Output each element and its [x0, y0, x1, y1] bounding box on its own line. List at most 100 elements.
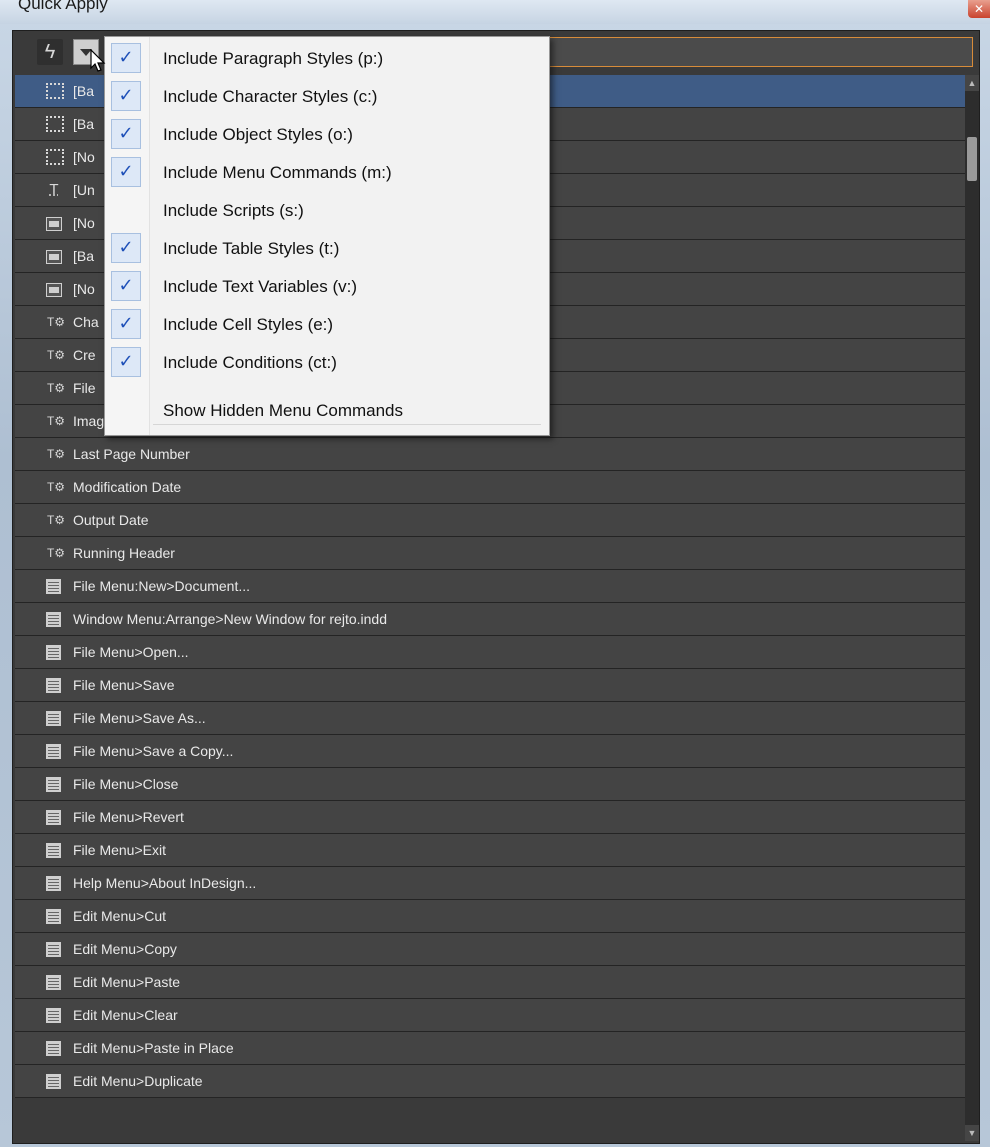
menu-command-icon — [46, 1041, 61, 1056]
menu-item[interactable]: Include Scripts (s:) — [105, 193, 549, 227]
menu-item-label: Include Scripts (s:) — [163, 201, 304, 220]
list-item-label: Last Page Number — [73, 446, 190, 462]
list-item[interactable]: Edit Menu>Copy — [15, 933, 973, 966]
list-item-label: File Menu:New>Document... — [73, 578, 251, 594]
list-item-label: File Menu>Exit — [73, 842, 166, 858]
menu-item-label: Include Conditions (ct:) — [163, 353, 337, 372]
list-item[interactable]: Window Menu:Arrange>New Window for rejto… — [15, 603, 973, 636]
list-item[interactable]: File Menu>Exit — [15, 834, 973, 867]
table-style-icon — [46, 217, 62, 231]
list-item-label: [Ba — [73, 248, 95, 264]
text-variable-icon: T⚙ — [46, 315, 66, 329]
list-item[interactable]: T⚙ Modification Date — [15, 471, 973, 504]
title-bar: Quick Apply ✕ — [0, 0, 990, 24]
list-item-label: File Menu>Open... — [73, 644, 189, 660]
menu-command-icon — [46, 678, 61, 693]
menu-item[interactable]: ✓ Include Character Styles (c:) — [105, 79, 549, 113]
list-item[interactable]: File Menu>Save a Copy... — [15, 735, 973, 768]
list-item[interactable]: Edit Menu>Cut — [15, 900, 973, 933]
checkmark-icon: ✓ — [111, 81, 141, 111]
menu-command-icon — [46, 975, 61, 990]
close-button[interactable]: ✕ — [968, 0, 990, 18]
list-item[interactable]: T⚙ Output Date — [15, 504, 973, 537]
list-item-label: Edit Menu>Clear — [73, 1007, 178, 1023]
text-variable-icon: T⚙ — [46, 381, 66, 395]
scroll-up-arrow-icon[interactable]: ▲ — [965, 75, 979, 91]
menu-item[interactable]: ✓ Include Table Styles (t:) — [105, 231, 549, 265]
list-item[interactable]: File Menu>Close — [15, 768, 973, 801]
text-variable-icon: T⚙ — [46, 348, 66, 362]
menu-command-icon — [46, 843, 61, 858]
menu-command-icon — [46, 1008, 61, 1023]
menu-command-icon — [46, 1074, 61, 1089]
menu-command-icon — [46, 777, 61, 792]
list-item[interactable]: Help Menu>About InDesign... — [15, 867, 973, 900]
text-variable-icon: T⚙ — [46, 414, 66, 428]
list-item-label: [No — [73, 149, 95, 165]
menu-item-label: Include Menu Commands (m:) — [163, 163, 392, 182]
menu-item[interactable]: ✓ Include Menu Commands (m:) — [105, 155, 549, 189]
checkmark-icon: ✓ — [111, 43, 141, 73]
menu-item-label: Include Object Styles (o:) — [163, 125, 353, 144]
menu-command-icon — [46, 942, 61, 957]
scrollbar[interactable]: ▲ ▼ — [965, 75, 979, 1141]
show-hidden-menu-commands-item[interactable]: Show Hidden Menu Commands — [105, 393, 549, 427]
list-item-label: File Menu>Save As... — [73, 710, 206, 726]
list-item-label: Cha — [73, 314, 99, 330]
menu-item-label: Include Table Styles (t:) — [163, 239, 340, 258]
text-variable-icon: T⚙ — [46, 513, 66, 527]
menu-command-icon — [46, 876, 61, 891]
checkmark-icon: ✓ — [111, 347, 141, 377]
list-item[interactable]: Edit Menu>Clear — [15, 999, 973, 1032]
list-item[interactable]: File Menu>Save As... — [15, 702, 973, 735]
list-item[interactable]: Edit Menu>Paste in Place — [15, 1032, 973, 1065]
list-item-label: [Ba — [73, 116, 95, 132]
menu-command-icon — [46, 579, 61, 594]
mouse-cursor-icon — [90, 49, 106, 72]
list-item[interactable]: File Menu>Revert — [15, 801, 973, 834]
menu-command-icon — [46, 645, 61, 660]
list-item-label: Help Menu>About InDesign... — [73, 875, 257, 891]
menu-item-label: Include Text Variables (v:) — [163, 277, 358, 296]
menu-command-icon — [46, 909, 61, 924]
menu-command-icon — [46, 711, 61, 726]
menu-item[interactable]: ✓ Include Cell Styles (e:) — [105, 307, 549, 341]
list-item[interactable]: T⚙ Last Page Number — [15, 438, 973, 471]
list-item-label: Output Date — [73, 512, 149, 528]
list-item-label: Edit Menu>Cut — [73, 908, 166, 924]
scroll-thumb[interactable] — [967, 137, 977, 181]
scroll-down-arrow-icon[interactable]: ▼ — [965, 1125, 979, 1141]
menu-item[interactable]: ✓ Include Paragraph Styles (p:) — [105, 41, 549, 75]
list-item-label: File Menu>Save a Copy... — [73, 743, 234, 759]
menu-command-icon — [46, 744, 61, 759]
menu-item[interactable]: ✓ Include Conditions (ct:) — [105, 345, 549, 379]
list-item[interactable]: File Menu>Open... — [15, 636, 973, 669]
checkmark-icon: ✓ — [111, 119, 141, 149]
menu-command-icon — [46, 612, 61, 627]
options-menu: ✓ Include Paragraph Styles (p:) ✓ Include C… — [104, 36, 550, 436]
checkmark-icon: ✓ — [111, 309, 141, 339]
list-item[interactable]: T⚙ Running Header — [15, 537, 973, 570]
list-item-label: Edit Menu>Paste — [73, 974, 181, 990]
checkmark-icon: ✓ — [111, 157, 141, 187]
list-item-label: Window Menu:Arrange>New Window for rejto… — [73, 611, 387, 627]
text-variable-icon: T⚙ — [46, 546, 66, 560]
text-variable-icon: T⚙ — [46, 480, 66, 494]
list-item[interactable]: File Menu:New>Document... — [15, 570, 973, 603]
list-item[interactable]: File Menu>Save — [15, 669, 973, 702]
list-item-label: File — [73, 380, 96, 396]
menu-item-label: Include Character Styles (c:) — [163, 87, 378, 106]
list-item[interactable]: Edit Menu>Duplicate — [15, 1065, 973, 1098]
lightning-icon[interactable]: ϟ — [37, 39, 63, 65]
list-item-label: [No — [73, 215, 95, 231]
text-variable-icon: T⚙ — [46, 447, 66, 461]
menu-item[interactable]: ✓ Include Object Styles (o:) — [105, 117, 549, 151]
checkmark-icon: ✓ — [111, 233, 141, 263]
window-title: Quick Apply — [18, 0, 108, 13]
list-item-label: Modification Date — [73, 479, 182, 495]
frame-style-icon — [46, 116, 64, 132]
list-item-label: File Menu>Revert — [73, 809, 184, 825]
menu-item[interactable]: ✓ Include Text Variables (v:) — [105, 269, 549, 303]
list-item[interactable]: Edit Menu>Paste — [15, 966, 973, 999]
list-item-label: [No — [73, 281, 95, 297]
